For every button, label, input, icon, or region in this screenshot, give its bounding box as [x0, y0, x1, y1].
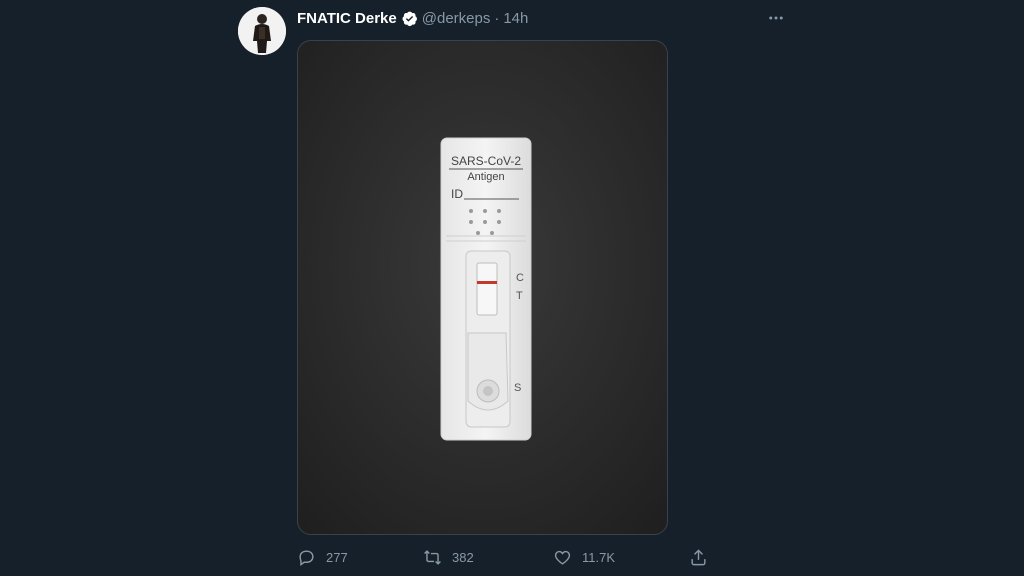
tweet-actions: 277 382 11.7K: [297, 545, 717, 569]
heart-icon: [554, 550, 571, 565]
user-avatar-icon: [238, 7, 286, 55]
share-button[interactable]: [689, 545, 708, 569]
like-count: 11.7K: [582, 549, 616, 565]
timestamp[interactable]: 14h: [503, 10, 528, 27]
retweet-icon: [424, 549, 441, 565]
more-options-button[interactable]: [764, 6, 788, 30]
antigen-test-photo: SARS-CoV-2 Antigen ID C T S: [298, 41, 667, 534]
control-line: [477, 281, 497, 284]
reply-icon: [299, 549, 314, 566]
retweet-button[interactable]: 382: [423, 545, 474, 569]
tweet-header: FNATIC Derke @derkeps · 14h: [297, 8, 528, 28]
author-name[interactable]: FNATIC Derke: [297, 10, 397, 27]
like-button[interactable]: 11.7K: [553, 545, 615, 569]
avatar[interactable]: [238, 7, 286, 55]
verified-badge-icon: [401, 10, 418, 27]
test-label-line2: Antigen: [467, 171, 504, 183]
marker-t: T: [516, 290, 523, 302]
id-label: ID: [451, 187, 463, 201]
author-handle[interactable]: @derkeps: [422, 10, 491, 27]
tweet: FNATIC Derke @derkeps · 14h SARS-CoV-2 A…: [0, 0, 1024, 576]
more-horizontal-icon: [769, 16, 783, 20]
marker-s: S: [514, 382, 521, 394]
reply-button[interactable]: 277: [297, 545, 348, 569]
marker-c: C: [516, 272, 524, 284]
tweet-media-photo[interactable]: SARS-CoV-2 Antigen ID C T S: [297, 40, 668, 535]
share-icon: [691, 548, 706, 565]
retweet-count: 382: [452, 549, 474, 565]
reply-count: 277: [326, 549, 348, 565]
separator-dot: ·: [494, 9, 500, 27]
test-label-line1: SARS-CoV-2: [451, 154, 521, 168]
